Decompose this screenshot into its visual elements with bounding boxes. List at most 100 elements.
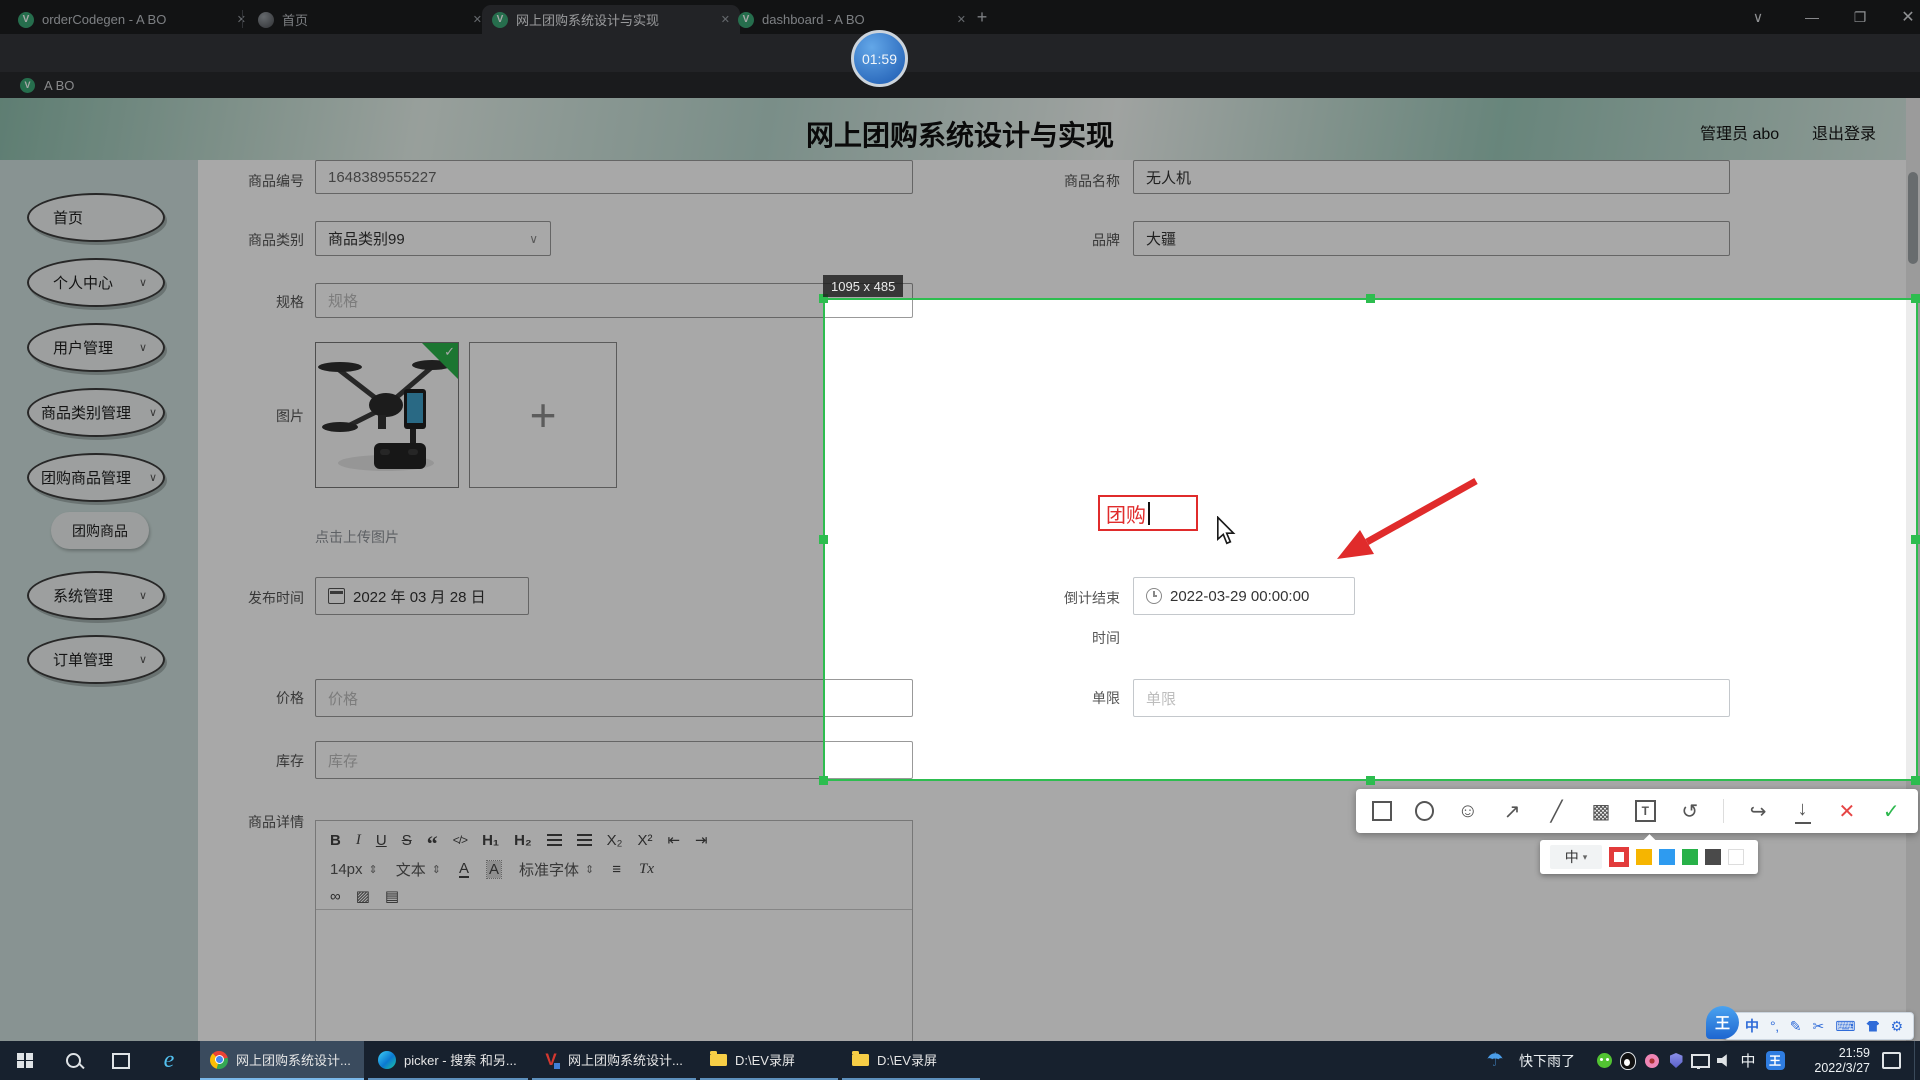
shield-tray-icon[interactable] [1664, 1041, 1688, 1080]
strikethrough-icon[interactable]: S [402, 832, 412, 849]
logout-link[interactable]: 退出登录 [1812, 120, 1876, 144]
rectangle-tool-icon[interactable] [1372, 801, 1392, 821]
font-family-select[interactable]: 标准字体 ⇕ [519, 859, 594, 880]
countdown-datetime-picker[interactable]: 2022-03-29 00:00:00 [1133, 577, 1355, 615]
restore-button[interactable]: ❐ [1840, 0, 1880, 34]
cancel-capture-icon[interactable]: ✕ [1836, 800, 1857, 822]
goods-name-input[interactable]: 无人机 [1133, 160, 1730, 194]
color-swatch-blue[interactable] [1659, 849, 1675, 865]
clear-format-icon[interactable]: Tx [639, 861, 654, 878]
background-color-icon[interactable]: A [487, 861, 501, 878]
subscript-icon[interactable]: X₂ [607, 832, 623, 849]
stroke-size-select[interactable]: 中 ▾ [1550, 845, 1602, 869]
underline-icon[interactable]: U [376, 832, 387, 849]
bookmark-item[interactable]: A BO [44, 78, 74, 93]
selection-handle-tr[interactable] [1911, 294, 1920, 303]
taskbar-search-icon[interactable] [50, 1041, 96, 1080]
outdent-icon[interactable]: ⇤ [667, 831, 680, 849]
ellipse-tool-icon[interactable] [1415, 801, 1435, 821]
line-height-icon[interactable]: ≡ [612, 861, 621, 878]
action-center-icon[interactable] [1876, 1041, 1906, 1080]
color-swatch-yellow[interactable] [1636, 849, 1652, 865]
font-size-select[interactable]: 14px ⇕ [330, 861, 378, 878]
ime-keyboard-icon[interactable]: ⌨ [1835, 1012, 1855, 1040]
weather-text[interactable]: 快下雨了 [1508, 1041, 1586, 1080]
selection-handle-bl[interactable] [819, 776, 828, 785]
ordered-list-icon[interactable] [547, 834, 562, 846]
ime-logo-tray-icon[interactable]: 王 [1762, 1041, 1788, 1080]
sidebar-item-users[interactable]: 用户管理 ∨ [27, 323, 165, 372]
ime-logo[interactable]: 王 [1706, 1006, 1739, 1039]
undo-icon[interactable]: ↺ [1679, 800, 1700, 822]
tab-dashboard[interactable]: V dashboard - A BO ✕ [728, 5, 976, 34]
sidebar-item-category[interactable]: 商品类别管理 ∨ [27, 388, 165, 437]
selection-handle-rm[interactable] [1911, 535, 1920, 544]
sidebar-subitem-groupbuy-goods[interactable]: 团购商品 [51, 512, 149, 549]
sidebar-item-system[interactable]: 系统管理 ∨ [27, 571, 165, 620]
ime-punct-button[interactable]: °‚ [1770, 1012, 1779, 1040]
show-desktop-button[interactable] [1914, 1041, 1920, 1080]
code-icon[interactable]: </> [453, 833, 467, 847]
arrow-tool-icon[interactable]: ↗ [1501, 800, 1522, 822]
task-view-icon[interactable] [98, 1041, 144, 1080]
pen-tool-icon[interactable]: ╱ [1546, 800, 1567, 822]
bullet-list-icon[interactable] [577, 834, 592, 846]
italic-icon[interactable]: I [356, 832, 361, 849]
product-image-thumbnail[interactable]: ✓ [315, 342, 459, 488]
taskbar-button-chrome[interactable]: 网上团购系统设计... [200, 1041, 364, 1080]
insert-image-icon[interactable]: ▨ [356, 887, 370, 905]
sidebar-item-home[interactable]: 首页 [27, 193, 165, 242]
tab-search-icon[interactable]: ∨ [1738, 0, 1778, 34]
link-icon[interactable]: ∞ [330, 888, 341, 905]
download-icon[interactable]: ↓ [1792, 800, 1813, 822]
color-swatch-dark[interactable] [1705, 849, 1721, 865]
weather-icon[interactable]: ☂ [1482, 1041, 1508, 1080]
selection-handle-bm[interactable] [1366, 776, 1375, 785]
color-swatch-red-selected[interactable] [1609, 847, 1629, 867]
taskbar-clock[interactable]: 21:59 2022/3/27 [1794, 1041, 1870, 1080]
brand-input[interactable]: 大疆 [1133, 221, 1730, 256]
network-tray-icon[interactable] [1688, 1041, 1712, 1080]
taskbar-button-edge[interactable]: picker - 搜索 和另... [368, 1041, 528, 1080]
text-style-select[interactable]: 文本 ⇕ [396, 859, 441, 880]
mosaic-tool-icon[interactable]: ▩ [1590, 800, 1611, 822]
ime-skin-icon[interactable] [1866, 1021, 1879, 1032]
ime-screenshot-icon[interactable]: ✂ [1812, 1012, 1824, 1040]
tab-close-icon[interactable]: ✕ [473, 13, 482, 26]
heading1-icon[interactable]: H₁ [482, 832, 499, 849]
minimize-button[interactable]: — [1792, 0, 1832, 34]
image-upload-box[interactable]: + [469, 342, 617, 488]
volume-tray-icon[interactable] [1712, 1041, 1736, 1080]
insert-video-icon[interactable]: ▤ [385, 887, 399, 905]
flower-tray-icon[interactable] [1640, 1041, 1664, 1080]
color-swatch-green[interactable] [1682, 849, 1698, 865]
limit-input[interactable]: 单限 [1133, 679, 1730, 717]
sidebar-item-orders[interactable]: 订单管理 ∨ [27, 635, 165, 684]
recording-timer[interactable]: 01:59 [851, 30, 908, 87]
new-tab-button[interactable]: + [962, 0, 1002, 34]
ime-handwrite-icon[interactable]: ✎ [1790, 1012, 1802, 1040]
sidebar-item-profile[interactable]: 个人中心 ∨ [27, 258, 165, 307]
publish-time-picker[interactable]: 2022 年 03 月 28 日 [315, 577, 529, 615]
ime-mode-button[interactable]: 中 [1745, 1012, 1759, 1040]
stock-input[interactable]: 库存 [315, 741, 913, 779]
ime-mode-indicator[interactable]: 中 [1736, 1041, 1760, 1080]
selection-handle-br[interactable] [1911, 776, 1920, 785]
page-scrollbar-thumb[interactable] [1908, 172, 1918, 264]
wechat-tray-icon[interactable] [1592, 1041, 1616, 1080]
tab-tuangou-active[interactable]: V 网上团购系统设计与实现 ✕ [482, 5, 740, 34]
share-icon[interactable]: ↪ [1747, 800, 1768, 822]
selection-handle-tm[interactable] [1366, 294, 1375, 303]
emoji-tool-icon[interactable]: ☺ [1457, 800, 1478, 822]
taskbar-button-folder-1[interactable]: D:\EV录屏 [700, 1041, 838, 1080]
ie-icon[interactable]: e [146, 1041, 192, 1080]
ime-settings-icon[interactable]: ⚙ [1890, 1012, 1903, 1040]
taskbar-button-doc-app[interactable]: V 网上团购系统设计... [532, 1041, 696, 1080]
taskbar-button-folder-2[interactable]: D:\EV录屏 [842, 1041, 980, 1080]
color-swatch-white[interactable] [1728, 849, 1744, 865]
selection-handle-lm[interactable] [819, 535, 828, 544]
close-window-button[interactable]: ✕ [1888, 0, 1920, 34]
goods-no-input[interactable]: 1648389555227 [315, 160, 913, 194]
start-button[interactable] [2, 1041, 48, 1080]
confirm-capture-icon[interactable]: ✓ [1881, 800, 1902, 822]
